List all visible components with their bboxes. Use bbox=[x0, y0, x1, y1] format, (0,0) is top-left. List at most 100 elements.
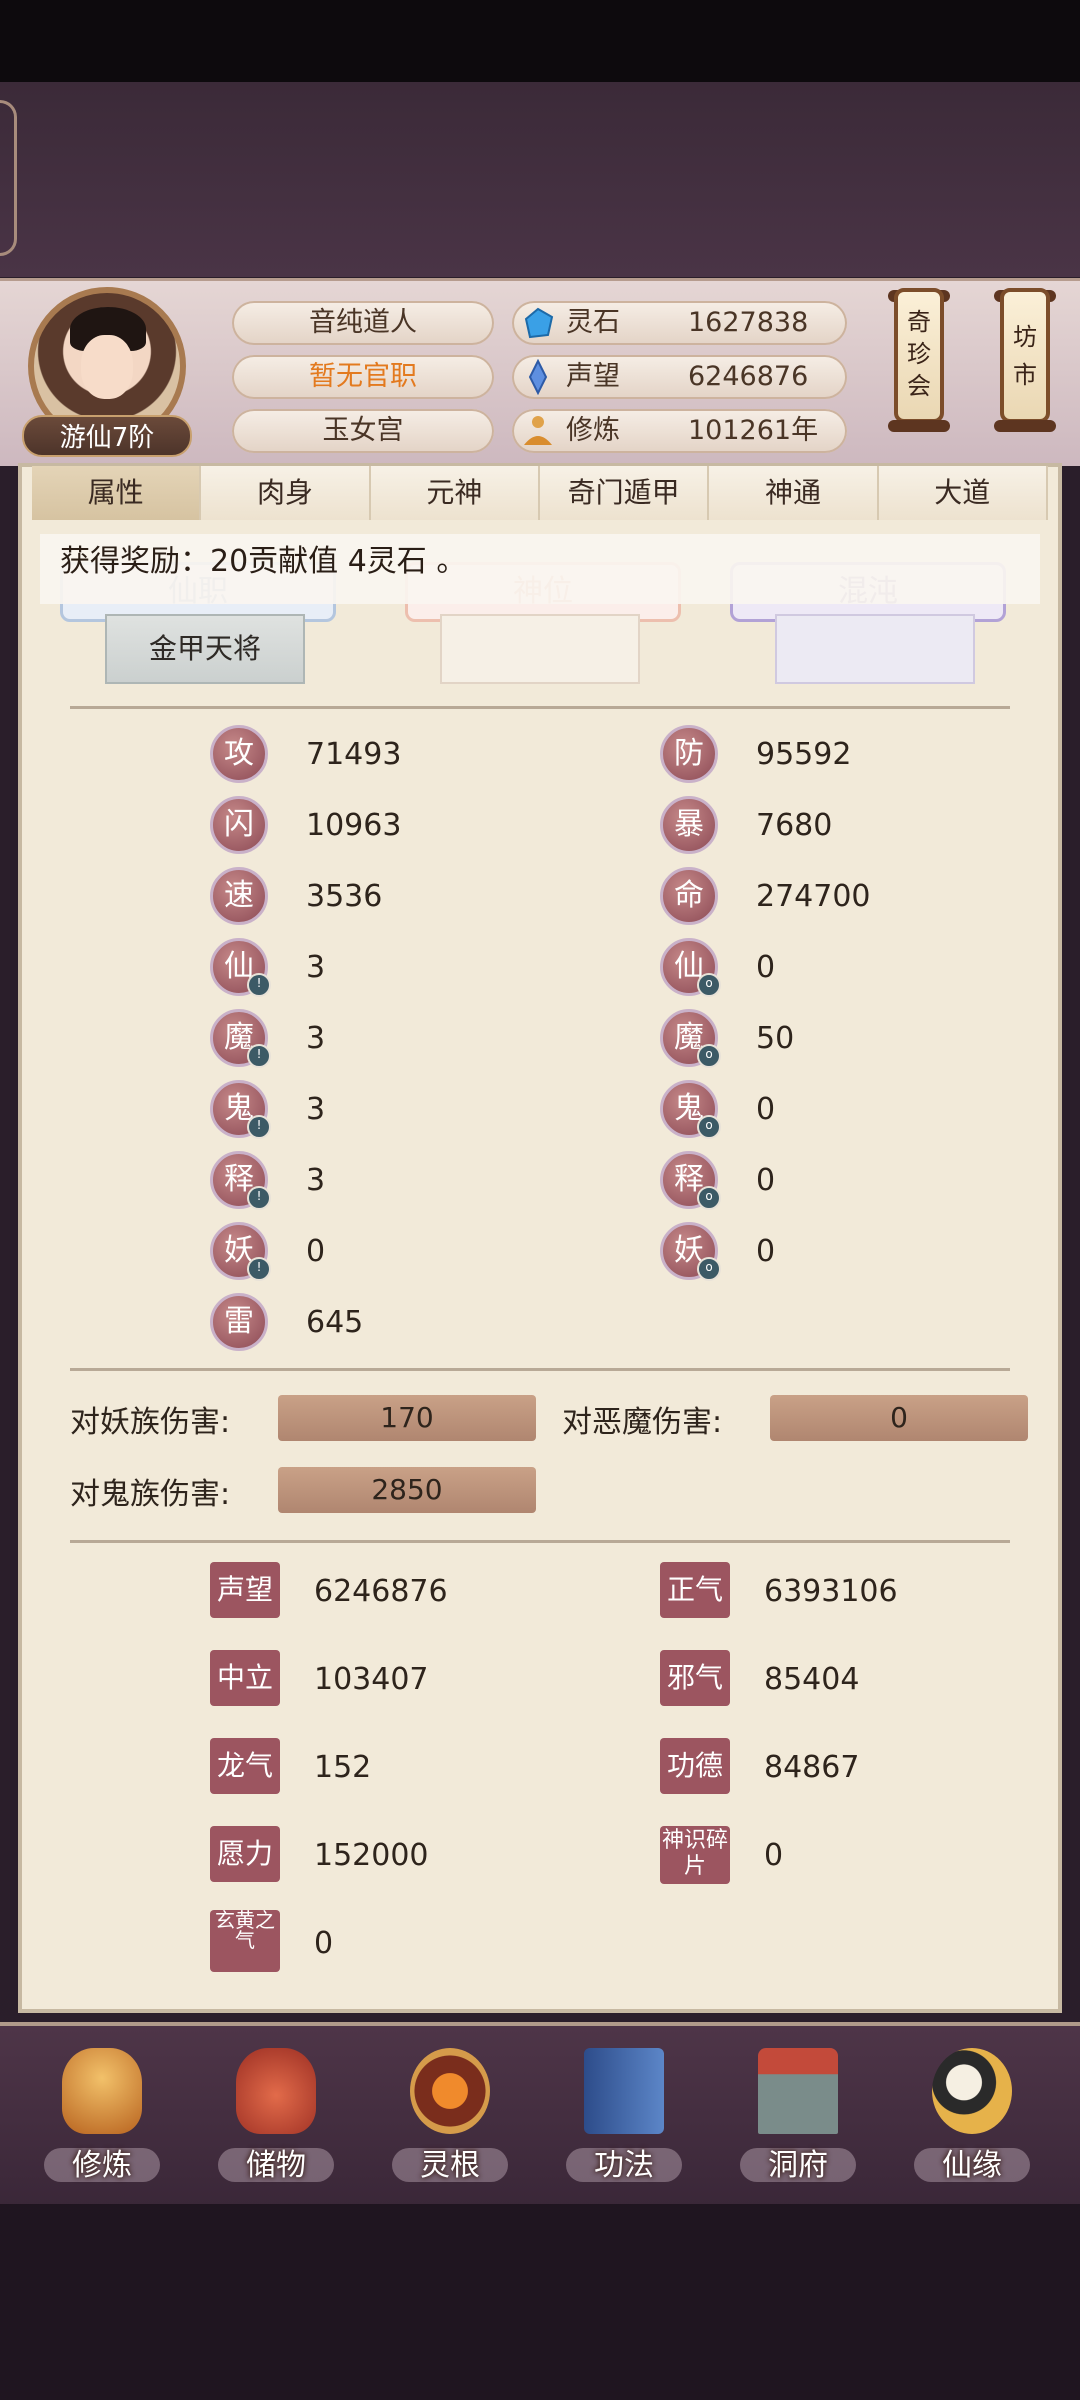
treasure-fair-button[interactable]: 奇珍会 bbox=[894, 288, 944, 423]
gui-badge: 鬼! bbox=[210, 1080, 271, 1139]
damage-label: 对妖族伤害: bbox=[70, 1405, 231, 1440]
technique-book-icon bbox=[584, 2048, 664, 2134]
tab-body[interactable]: 肉身 bbox=[201, 466, 371, 520]
bottom-background bbox=[0, 2204, 1080, 2400]
status-bar bbox=[0, 0, 1080, 82]
prestige-crystal-icon bbox=[528, 359, 548, 395]
scroll-cap bbox=[888, 420, 950, 432]
nav-label: 灵根 bbox=[420, 2148, 480, 2183]
stat-value: 0 bbox=[756, 1092, 776, 1127]
player-rank: 游仙7阶 bbox=[22, 415, 192, 457]
tab-spirit[interactable]: 元神 bbox=[370, 466, 540, 520]
defense-marker-icon: o bbox=[697, 1115, 721, 1139]
player-name: 音纯道人 bbox=[232, 301, 494, 345]
rep-value: 6246876 bbox=[314, 1574, 448, 1609]
tab-attributes[interactable]: 属性 bbox=[32, 466, 202, 520]
market-label: 坊市 bbox=[1013, 323, 1037, 389]
stat-value: 274700 bbox=[756, 879, 871, 914]
xian-badge: 仙o bbox=[660, 938, 721, 997]
market-button[interactable]: 坊市 bbox=[1000, 288, 1050, 423]
resource-value: 1627838 bbox=[688, 307, 809, 338]
rep-tag: 正气 bbox=[660, 1562, 730, 1618]
rep-value: 0 bbox=[314, 1926, 334, 1961]
attack-marker-icon: ! bbox=[247, 1115, 271, 1139]
stat-value: 3 bbox=[306, 1163, 326, 1198]
scroll-cap bbox=[994, 420, 1056, 432]
damage-bar: 170 bbox=[278, 1395, 536, 1441]
top-background bbox=[0, 82, 1080, 277]
avatar-face bbox=[81, 335, 133, 399]
god-position-slot[interactable] bbox=[440, 614, 640, 684]
stat-value: 3 bbox=[306, 1092, 326, 1127]
damage-label: 对恶魔伤害: bbox=[562, 1405, 723, 1440]
xian-badge: 仙! bbox=[210, 938, 271, 997]
dodge-badge: 闪 bbox=[210, 796, 268, 854]
crit-badge: 暴 bbox=[660, 796, 718, 854]
resource-value: 6246876 bbox=[688, 361, 809, 392]
yao-badge: 妖o bbox=[660, 1222, 721, 1281]
defense-marker-icon: o bbox=[697, 1186, 721, 1210]
defense-marker-icon: o bbox=[697, 1257, 721, 1281]
tab-qimen[interactable]: 奇门遁甲 bbox=[539, 466, 710, 520]
chaos-slot[interactable] bbox=[775, 614, 975, 684]
rep-tag: 中立 bbox=[210, 1650, 280, 1706]
stat-value: 0 bbox=[756, 1234, 776, 1269]
nav-label: 功法 bbox=[594, 2148, 654, 2183]
nav-technique[interactable]: 功法 bbox=[554, 2048, 694, 2188]
shi-badge: 释! bbox=[210, 1151, 271, 1210]
rep-value: 84867 bbox=[764, 1750, 860, 1785]
rep-tag: 龙气 bbox=[210, 1738, 280, 1794]
rep-value: 103407 bbox=[314, 1662, 429, 1697]
resource-label: 修炼 bbox=[566, 415, 620, 446]
tab-bar: 属性 肉身 元神 奇门遁甲 神通 大道 bbox=[32, 466, 1048, 520]
divider bbox=[70, 1540, 1010, 1543]
nav-label: 洞府 bbox=[768, 2148, 828, 2183]
nav-spirit-root[interactable]: 灵根 bbox=[380, 2048, 520, 2188]
rep-value: 152000 bbox=[314, 1838, 429, 1873]
stat-value: 7680 bbox=[756, 808, 833, 843]
tab-divine-power[interactable]: 神通 bbox=[709, 466, 879, 520]
nav-cultivate[interactable]: 修炼 bbox=[32, 2048, 172, 2188]
reward-notice: 获得奖励：20贡献值 4灵石 。 bbox=[40, 534, 1040, 604]
nav-label: 储物 bbox=[246, 2148, 306, 2183]
defense-badge: 防 bbox=[660, 725, 718, 783]
nav-cave[interactable]: 洞府 bbox=[728, 2048, 868, 2188]
resource-label: 灵石 bbox=[566, 307, 620, 338]
stat-value: 10963 bbox=[306, 808, 402, 843]
rep-tag: 神识碎片 bbox=[660, 1826, 730, 1884]
rep-value: 152 bbox=[314, 1750, 372, 1785]
immortal-fate-icon bbox=[932, 2048, 1012, 2134]
nav-immortal-fate[interactable]: 仙缘 bbox=[902, 2048, 1042, 2188]
resource-cultivation: 修炼 101261年 bbox=[512, 409, 847, 453]
defense-marker-icon: o bbox=[697, 1044, 721, 1068]
rep-value: 85404 bbox=[764, 1662, 860, 1697]
tab-great-dao[interactable]: 大道 bbox=[878, 466, 1048, 520]
stat-value: 0 bbox=[756, 1163, 776, 1198]
stat-value: 71493 bbox=[306, 737, 402, 772]
defense-marker-icon: o bbox=[697, 973, 721, 997]
stat-value: 3536 bbox=[306, 879, 383, 914]
storage-bag-icon bbox=[236, 2048, 316, 2134]
cave-mansion-icon bbox=[758, 2048, 838, 2134]
side-drawer-handle[interactable] bbox=[0, 100, 17, 256]
thunder-badge: 雷 bbox=[210, 1293, 268, 1351]
xian-post-slot[interactable]: 金甲天将 bbox=[105, 614, 305, 684]
resource-label: 声望 bbox=[566, 361, 620, 392]
nav-label: 修炼 bbox=[72, 2148, 132, 2183]
attack-marker-icon: ! bbox=[247, 973, 271, 997]
damage-label: 对鬼族伤害: bbox=[70, 1477, 231, 1512]
nav-storage[interactable]: 储物 bbox=[206, 2048, 346, 2188]
attack-marker-icon: ! bbox=[247, 1044, 271, 1068]
rep-tag: 愿力 bbox=[210, 1826, 280, 1882]
rep-tag: 玄黄之气 bbox=[210, 1910, 280, 1972]
rep-value: 6393106 bbox=[764, 1574, 898, 1609]
rep-tag: 功德 bbox=[660, 1738, 730, 1794]
stat-value: 0 bbox=[306, 1234, 326, 1269]
mo-badge: 魔! bbox=[210, 1009, 271, 1068]
treasure-fair-label: 奇珍会 bbox=[907, 308, 931, 400]
attack-marker-icon: ! bbox=[247, 1257, 271, 1281]
divider bbox=[70, 706, 1010, 709]
gui-badge: 鬼o bbox=[660, 1080, 721, 1139]
stat-value: 0 bbox=[756, 950, 776, 985]
stat-value: 3 bbox=[306, 950, 326, 985]
